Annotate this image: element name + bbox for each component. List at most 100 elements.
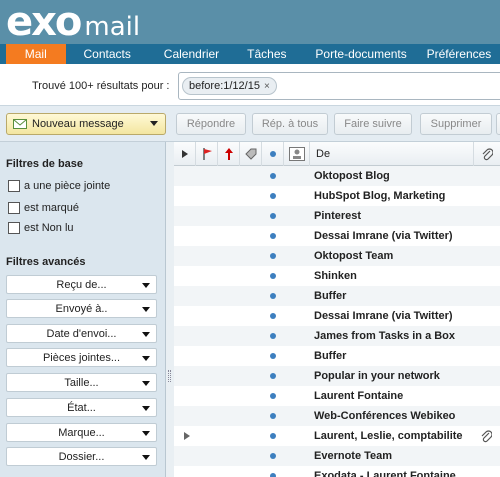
tab-preferences[interactable]: Préférences: [423, 44, 500, 64]
chevron-down-icon: [142, 283, 150, 288]
filter-size[interactable]: Taille...: [6, 373, 157, 392]
expand-column[interactable]: [174, 142, 196, 166]
tab-calendrier[interactable]: Calendrier: [149, 44, 234, 64]
unread-dot-icon[interactable]: [270, 233, 276, 239]
filter-attachments[interactable]: Pièces jointes...: [6, 348, 157, 367]
unread-dot-icon[interactable]: [270, 173, 276, 179]
tab-porte-documents[interactable]: Porte-documents: [300, 44, 423, 64]
message-row[interactable]: Web-Conférences Webikeo: [174, 406, 500, 426]
panel-splitter[interactable]: [166, 142, 174, 477]
message-row[interactable]: Buffer: [174, 346, 500, 366]
filter-button-label: Taille...: [64, 376, 99, 389]
filter-label: est marqué: [24, 202, 80, 214]
filter-button-label: Reçu de...: [56, 278, 107, 291]
reply-all-button[interactable]: Rép. à tous: [252, 113, 328, 135]
message-sender: Shinken: [314, 270, 357, 282]
priority-column[interactable]: [218, 142, 240, 166]
contact-card-icon: [288, 147, 305, 161]
chevron-down-icon: [142, 406, 150, 411]
contact-column[interactable]: [284, 142, 310, 166]
filter-sent-to[interactable]: Envoyé à..: [6, 299, 157, 318]
envelope-icon: [13, 119, 27, 129]
message-row[interactable]: Shinken: [174, 266, 500, 286]
unread-dot-icon[interactable]: [270, 253, 276, 259]
filter-flagged[interactable]: est marqué: [8, 202, 79, 214]
unread-dot-icon[interactable]: [270, 453, 276, 459]
message-row[interactable]: Pinterest: [174, 206, 500, 226]
unread-dot-icon[interactable]: [270, 193, 276, 199]
unread-dot-icon[interactable]: [270, 413, 276, 419]
expand-thread-icon[interactable]: [184, 432, 190, 440]
message-row[interactable]: HubSpot Blog, Marketing: [174, 186, 500, 206]
message-sender: Dessai Imrane (via Twitter): [314, 310, 453, 322]
new-message-button[interactable]: Nouveau message: [6, 113, 166, 135]
message-row[interactable]: Laurent Fontaine: [174, 386, 500, 406]
unread-dot-icon[interactable]: [270, 393, 276, 399]
message-sender: Laurent Fontaine: [314, 390, 404, 402]
reply-button[interactable]: Répondre: [176, 113, 246, 135]
unread-dot-icon[interactable]: [270, 313, 276, 319]
logo[interactable]: exo mail: [6, 2, 140, 42]
filter-received-from[interactable]: Reçu de...: [6, 275, 157, 294]
search-input[interactable]: before:1/12/15 ×: [178, 72, 500, 100]
message-list: De Oktopost Blog HubSpot Blog, Marketing P…: [174, 142, 500, 477]
filter-folder[interactable]: Dossier...: [6, 447, 157, 466]
read-status-column[interactable]: [262, 142, 284, 166]
message-sender: Web-Conférences Webikeo: [314, 410, 456, 422]
grip-icon[interactable]: [168, 370, 171, 382]
tag-column[interactable]: [240, 142, 262, 166]
tab-taches[interactable]: Tâches: [234, 44, 299, 64]
expand-icon: [181, 150, 188, 158]
chevron-down-icon: [142, 332, 150, 337]
advanced-filters-title: Filtres avancés: [6, 256, 86, 268]
from-column-header[interactable]: De: [310, 142, 474, 166]
message-row[interactable]: Popular in your network: [174, 366, 500, 386]
unread-dot-icon[interactable]: [270, 213, 276, 219]
priority-icon: [224, 148, 233, 160]
message-row[interactable]: Laurent, Leslie, comptabilite: [174, 426, 500, 446]
message-row[interactable]: Oktopost Blog: [174, 166, 500, 186]
message-row[interactable]: Evernote Team: [174, 446, 500, 466]
message-row[interactable]: Exodata - Laurent Fontaine: [174, 466, 500, 477]
filter-mark[interactable]: Marque...: [6, 423, 157, 442]
unread-dot-icon[interactable]: [270, 473, 276, 477]
chevron-down-icon: [142, 307, 150, 312]
unread-dot-icon[interactable]: [270, 273, 276, 279]
checkbox[interactable]: [8, 202, 20, 214]
message-sender: Dessai Imrane (via Twitter): [314, 230, 453, 242]
filter-label: a une pièce jointe: [24, 180, 111, 192]
message-row[interactable]: Dessai Imrane (via Twitter): [174, 226, 500, 246]
unread-dot-icon[interactable]: [270, 293, 276, 299]
toolbar: Nouveau message Répondre Rép. à tous Fai…: [0, 106, 500, 142]
delete-button[interactable]: Supprimer: [420, 113, 492, 135]
remove-tag-icon[interactable]: ×: [264, 81, 270, 92]
message-row[interactable]: Oktopost Team: [174, 246, 500, 266]
message-row[interactable]: Buffer: [174, 286, 500, 306]
message-row[interactable]: Dessai Imrane (via Twitter): [174, 306, 500, 326]
unread-dot-icon[interactable]: [270, 373, 276, 379]
message-sender: Buffer: [314, 290, 347, 302]
unread-dot-icon[interactable]: [270, 353, 276, 359]
tab-mail[interactable]: Mail: [6, 44, 66, 64]
more-button[interactable]: [496, 113, 500, 135]
filter-has-attachment[interactable]: a une pièce jointe: [8, 180, 110, 192]
checkbox[interactable]: [8, 180, 20, 192]
message-sender: Pinterest: [314, 210, 362, 222]
filter-unread[interactable]: est Non lu: [8, 222, 74, 234]
unread-dot-icon[interactable]: [270, 433, 276, 439]
flag-column[interactable]: [196, 142, 218, 166]
new-message-label: Nouveau message: [32, 118, 124, 130]
filter-send-date[interactable]: Date d'envoi...: [6, 324, 157, 343]
search-tag[interactable]: before:1/12/15 ×: [182, 77, 277, 95]
list-header: De: [174, 142, 500, 166]
filter-state[interactable]: État...: [6, 398, 157, 417]
unread-dot-icon[interactable]: [270, 333, 276, 339]
message-row[interactable]: James from Tasks in a Box: [174, 326, 500, 346]
checkbox[interactable]: [8, 222, 20, 234]
tab-contacts[interactable]: Contacts: [66, 44, 149, 64]
message-sender: Buffer: [314, 350, 347, 362]
forward-button[interactable]: Faire suivre: [334, 113, 412, 135]
attachment-column[interactable]: [474, 142, 500, 166]
chevron-down-icon[interactable]: [150, 121, 158, 126]
app-header: exo mail: [0, 0, 500, 44]
